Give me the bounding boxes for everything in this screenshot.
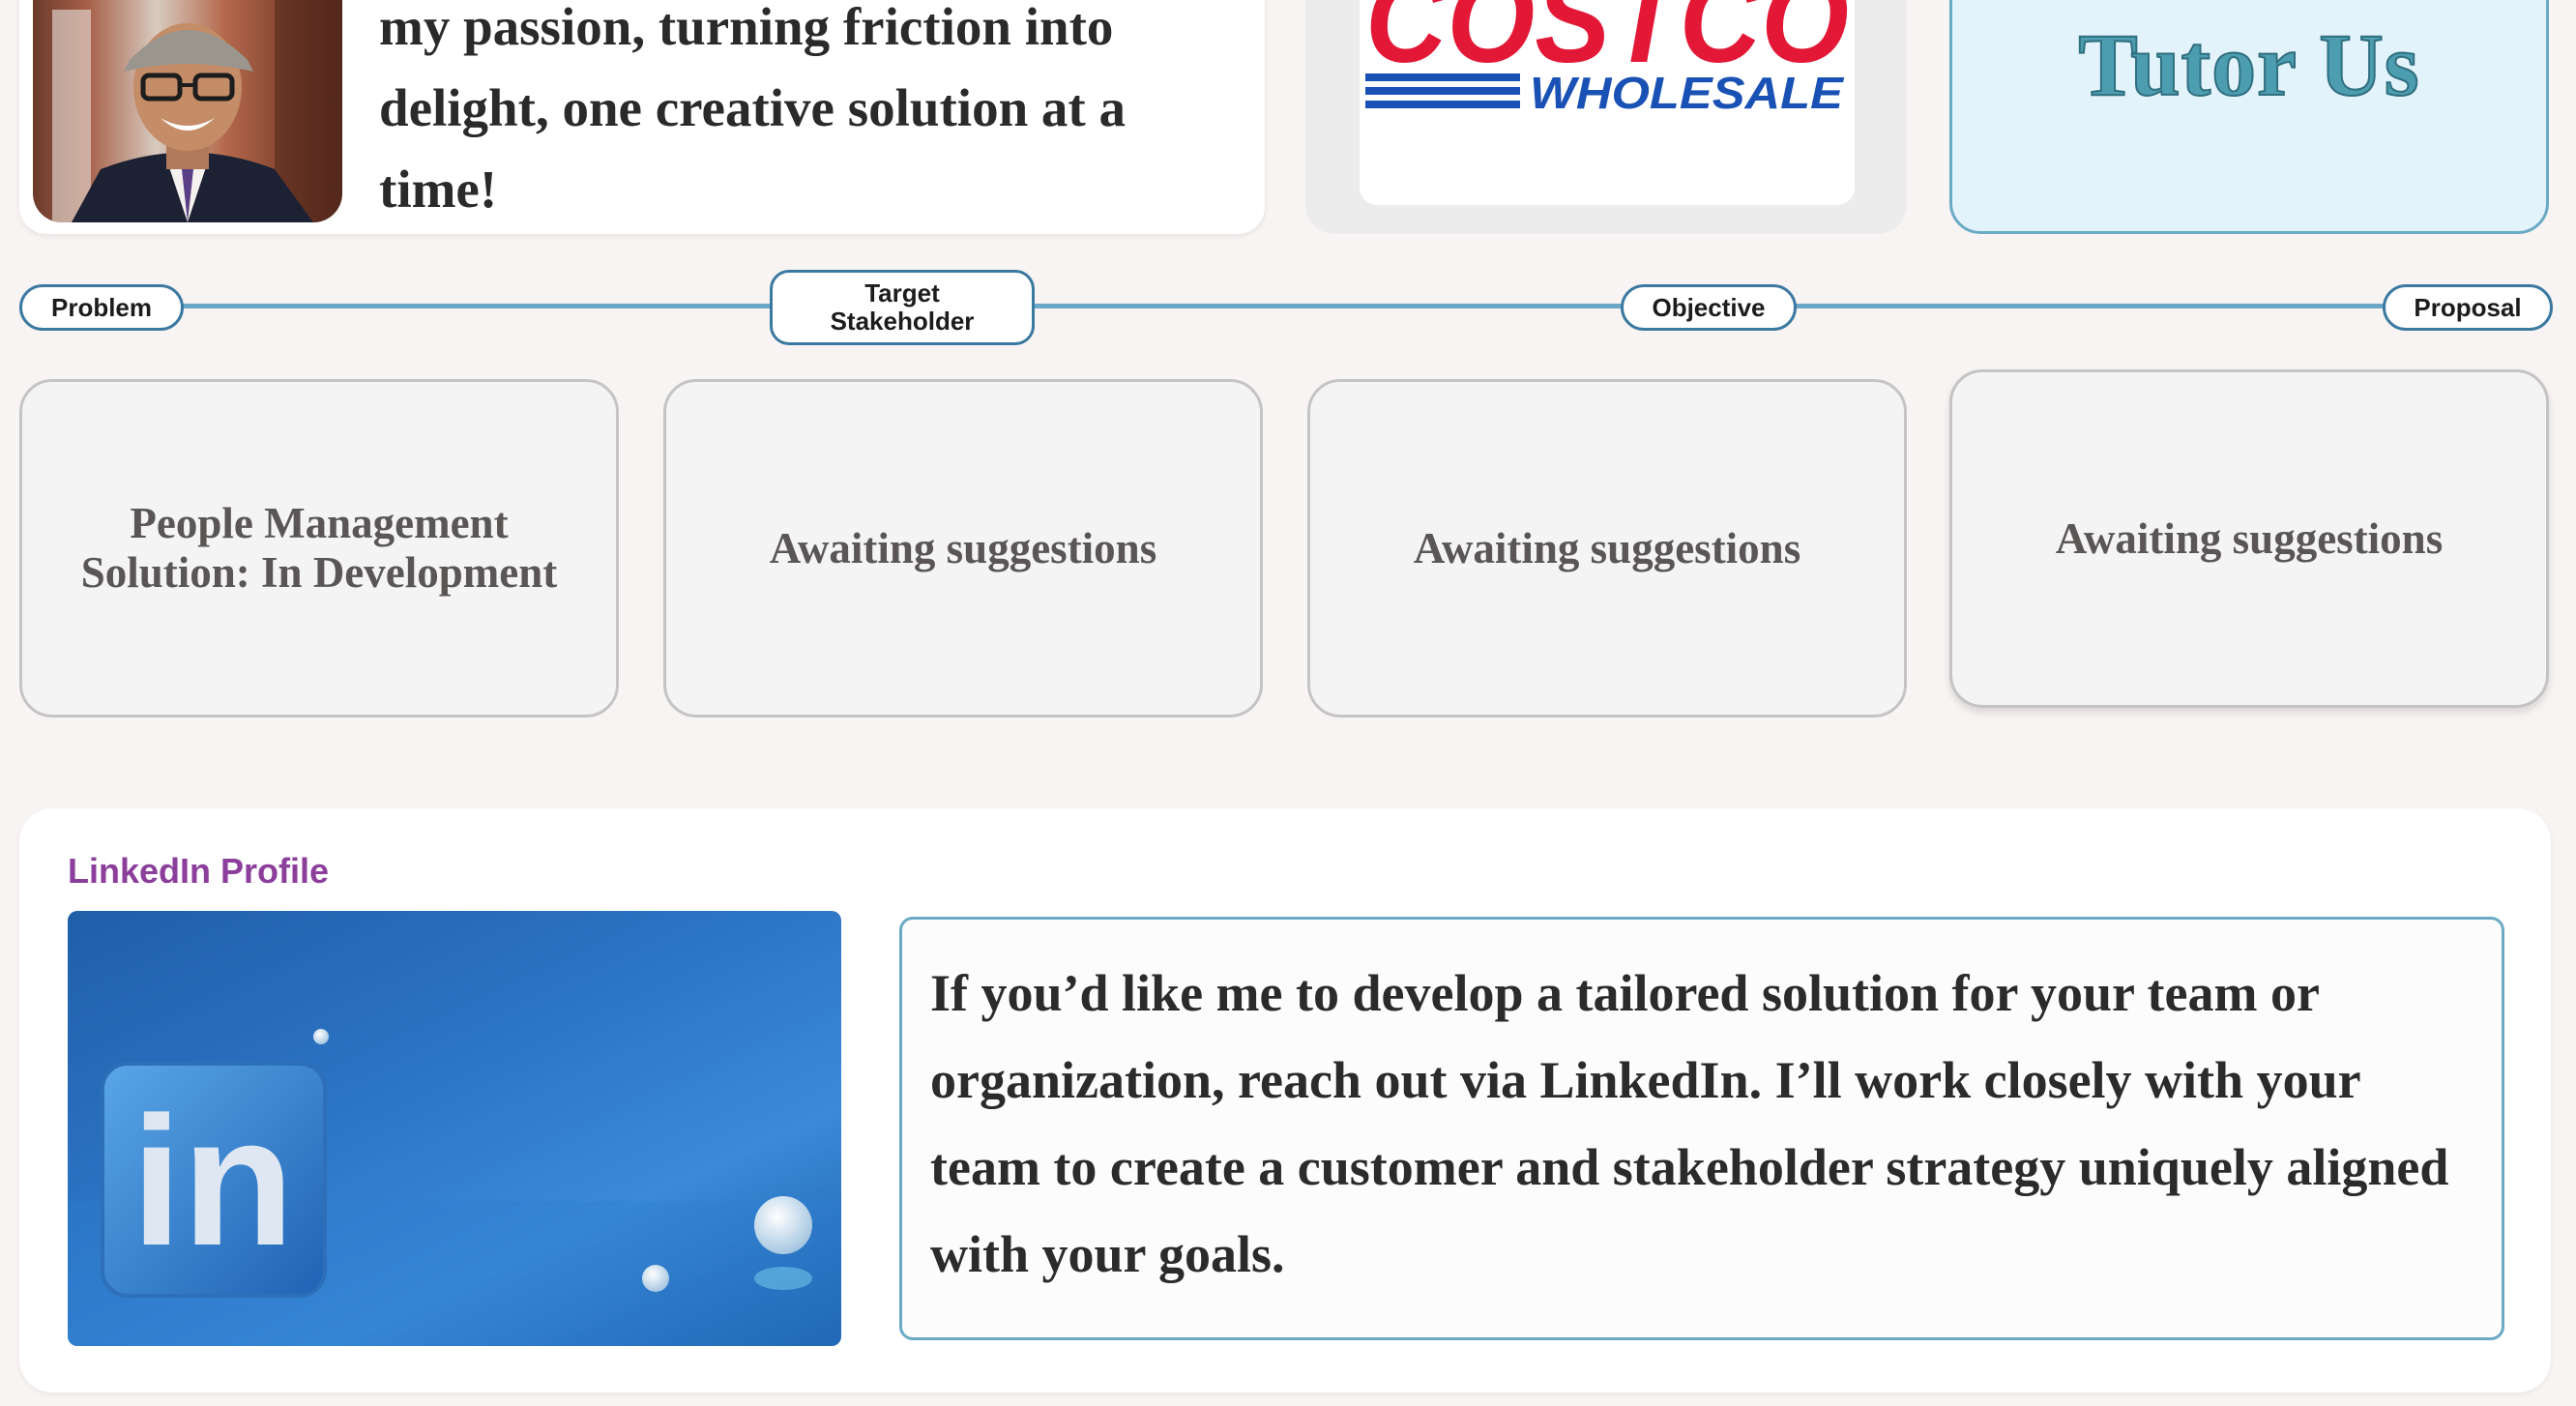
- costco-wholesale-logo-icon: COSTCO WHOLESALE: [1365, 0, 1849, 118]
- problem-card-text: People Management Solution: In Developme…: [80, 499, 558, 597]
- objective-card-text: Awaiting suggestions: [1413, 523, 1801, 572]
- person-portrait-icon: [52, 0, 342, 222]
- target-stakeholder-card-text: Awaiting suggestions: [769, 523, 1157, 572]
- stage-proposal[interactable]: Proposal: [2383, 284, 2553, 331]
- proposal-card[interactable]: Awaiting suggestions: [1949, 369, 2549, 708]
- svg-text:WHOLESALE: WHOLESALE: [1530, 68, 1844, 118]
- stage-target-label: Target Stakeholder: [830, 278, 975, 336]
- proposal-card-text: Awaiting suggestions: [2055, 513, 2444, 563]
- linkedin-message: If you’d like me to develop a tailored s…: [930, 964, 2449, 1283]
- linkedin-image[interactable]: in: [68, 911, 841, 1346]
- timeline-line: [145, 304, 2466, 308]
- linkedin-section-title: LinkedIn Profile: [68, 851, 330, 891]
- linkedin-logo-text: in: [132, 1079, 295, 1284]
- stage-target-stakeholder[interactable]: Target Stakeholder: [770, 270, 1035, 345]
- objective-card[interactable]: Awaiting suggestions: [1307, 379, 1907, 718]
- stage-problem[interactable]: Problem: [19, 284, 184, 331]
- profile-photo: [33, 0, 342, 222]
- problem-card[interactable]: People Management Solution: In Developme…: [19, 379, 619, 718]
- tutor-us-label: Tutor Us: [2077, 15, 2420, 115]
- target-stakeholder-card[interactable]: Awaiting suggestions: [663, 379, 1263, 718]
- costco-logo: COSTCO WHOLESALE: [1360, 0, 1855, 205]
- stage-objective[interactable]: Objective: [1621, 284, 1797, 331]
- linkedin-logo-icon: in: [68, 1029, 841, 1346]
- intro-statement: my passion, turning friction into deligh…: [379, 0, 1126, 219]
